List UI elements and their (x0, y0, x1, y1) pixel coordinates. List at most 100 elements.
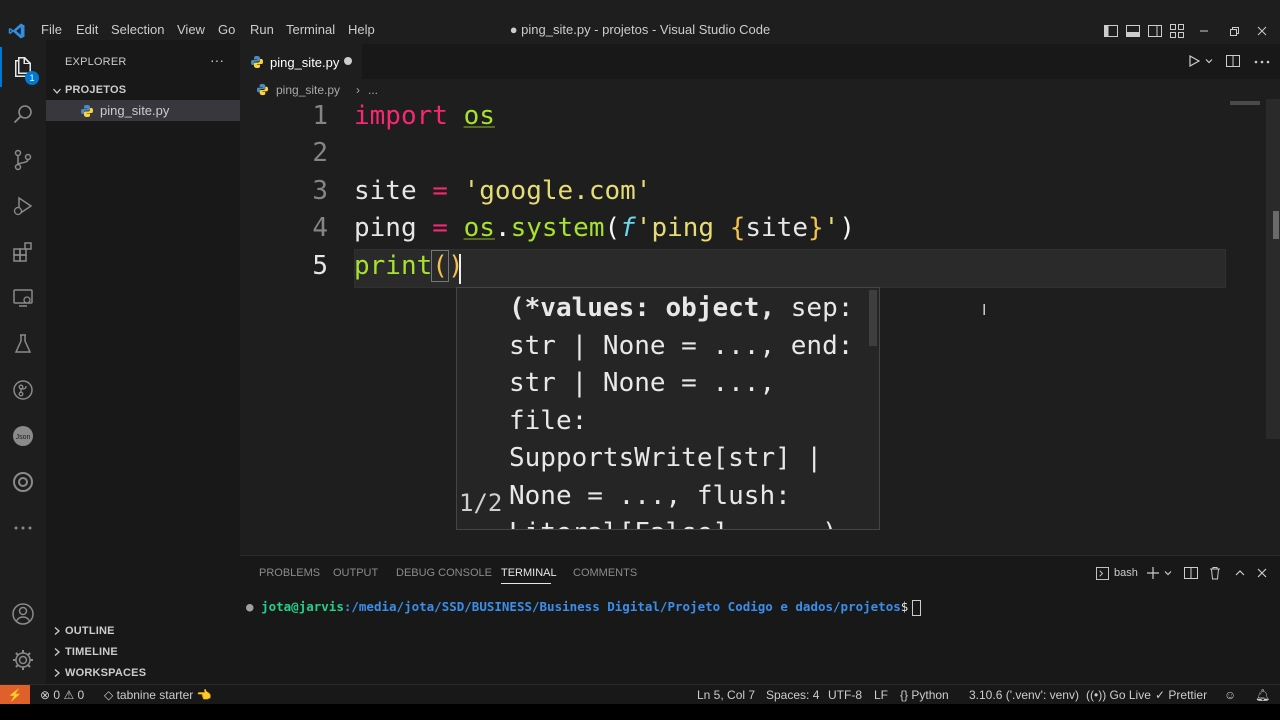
string-end: ' (823, 213, 840, 243)
restore-icon[interactable] (1228, 25, 1240, 37)
chevron-up-icon[interactable] (1234, 567, 1246, 579)
line-number-current: 5 (312, 251, 328, 281)
customize-layout-icon[interactable] (1170, 24, 1184, 38)
unsaved-dot-icon[interactable] (344, 57, 352, 65)
minimize-icon[interactable] (1198, 26, 1210, 36)
module-os: os (463, 213, 495, 243)
signature-help-popup[interactable]: 1/2 (*values: object, sep: str | None = … (456, 287, 880, 530)
code-line-4: ping = os.system(f'ping {site}') (354, 213, 855, 243)
extensions-button[interactable] (0, 230, 46, 274)
minimap[interactable] (1230, 101, 1260, 105)
problems-indicator[interactable]: ⊗ 0 ⚠ 0 (40, 688, 84, 702)
encoding[interactable]: UTF-8 (828, 688, 862, 702)
svg-text:Json: Json (16, 434, 31, 441)
python-file-icon (81, 105, 93, 117)
tab-output[interactable]: OUTPUT (333, 567, 378, 579)
error-count: 0 (53, 688, 61, 702)
folder-projetos[interactable]: PROJETOS (46, 80, 240, 102)
run-debug-icon (13, 196, 33, 216)
more-views-button[interactable] (0, 506, 46, 550)
brace-open: { (729, 213, 746, 243)
prompt-path: :/media/jota/SSD/BUSINESS/Business Digit… (343, 599, 901, 614)
cursor-position[interactable]: Ln 5, Col 7 (697, 688, 755, 702)
json-button[interactable]: Json (0, 414, 46, 458)
json-icon: Json (13, 426, 33, 446)
code-line-1: import os (354, 101, 495, 131)
variable-ping: ping (354, 213, 417, 243)
go-live-label: Go Live (1109, 688, 1151, 702)
terminal-prompt-line[interactable]: ● jota@jarvis:/media/jota/SSD/BUSINESS/B… (246, 599, 922, 616)
interpolated-var: site (745, 213, 808, 243)
feedback-icon[interactable]: ☺ (1224, 688, 1236, 702)
tab-ping-site[interactable]: ping_site.py (240, 44, 362, 80)
more-actions-icon[interactable] (1254, 60, 1270, 64)
chevron-down-icon (53, 88, 61, 94)
chevron-right-icon (54, 648, 60, 656)
search-button[interactable] (0, 92, 46, 136)
tab-terminal[interactable]: TERMINAL (501, 567, 557, 579)
terminal-shell-name[interactable]: bash (1114, 567, 1138, 579)
breadcrumb-more[interactable]: ... (368, 83, 378, 97)
line-number: 1 (312, 101, 328, 131)
manage-button[interactable] (0, 638, 46, 682)
variable-site: site (354, 176, 417, 206)
testing-button[interactable] (0, 322, 46, 366)
explorer-more-actions[interactable]: ··· (210, 52, 224, 68)
scrollbar-marker (1273, 211, 1279, 239)
go-live[interactable]: ((•)) Go Live (1086, 688, 1151, 702)
file-ping-site[interactable]: ping_site.py (46, 100, 240, 121)
chevron-right-icon (54, 627, 60, 635)
split-terminal-icon[interactable] (1184, 566, 1198, 580)
section-workspaces[interactable]: WORKSPACES (46, 662, 240, 683)
python-interpreter[interactable]: 3.10.6 ('.venv': venv) (969, 688, 1079, 702)
language-mode[interactable]: {} Python (900, 688, 949, 702)
timer-button[interactable] (0, 460, 46, 504)
close-panel-icon[interactable] (1256, 567, 1268, 579)
run-python-icon[interactable] (1188, 55, 1200, 67)
chevron-down-icon[interactable] (1163, 568, 1173, 578)
remote-indicator[interactable]: ⚡ (0, 685, 30, 705)
breadcrumb-file[interactable]: ping_site.py (276, 83, 340, 97)
terminal-cursor (912, 599, 922, 616)
toggle-panel-icon[interactable] (1126, 24, 1140, 38)
chevron-down-icon[interactable] (1204, 56, 1214, 66)
accounts-button[interactable] (0, 592, 46, 636)
double-check-icon: ✓ (1155, 688, 1166, 702)
trash-icon[interactable] (1208, 566, 1222, 580)
end-of-line[interactable]: LF (874, 688, 888, 702)
tabnine-status[interactable]: ◇ tabnine starter 👈 (104, 688, 212, 702)
plus-icon[interactable] (1146, 566, 1160, 580)
gitlens-button[interactable] (0, 368, 46, 412)
overload-counter[interactable]: 1/2 (459, 489, 502, 517)
remote-explorer-icon (13, 289, 33, 307)
vertical-scrollbar[interactable] (1266, 99, 1280, 439)
tab-problems[interactable]: PROBLEMS (259, 567, 320, 579)
close-window-icon[interactable] (1256, 25, 1268, 37)
run-debug-button[interactable] (0, 184, 46, 228)
remote-explorer-button[interactable] (0, 276, 46, 320)
window-title: ● ping_site.py - projetos - Visual Studi… (509, 22, 771, 37)
explorer-button[interactable]: 1 (0, 45, 46, 89)
language-label: Python (911, 688, 949, 702)
split-editor-icon[interactable] (1226, 54, 1240, 68)
operator: = (432, 176, 448, 206)
status-bar: ⚡ ⊗ 0 ⚠ 0 ◇ tabnine starter 👈 Ln 5, Col … (0, 684, 1280, 705)
toggle-primary-sidebar-icon[interactable] (1104, 24, 1118, 38)
notifications-bell-icon[interactable]: 🔔︎ (1255, 688, 1270, 702)
signature-text: (*values: object, sep: str | None = ...,… (509, 290, 869, 529)
section-timeline[interactable]: TIMELINE (46, 641, 240, 662)
keyword-import: import (354, 101, 448, 131)
indentation[interactable]: Spaces: 4 (766, 688, 819, 702)
tab-comments[interactable]: COMMENTS (573, 567, 637, 579)
toggle-secondary-sidebar-icon[interactable] (1148, 24, 1162, 38)
line-number: 4 (312, 213, 328, 243)
section-outline[interactable]: OUTLINE (46, 620, 240, 641)
line-number: 3 (312, 176, 328, 206)
mouse-ibeam-icon: I (982, 301, 987, 319)
file-label: ping_site.py (100, 103, 170, 118)
tabnine-label: tabnine starter 👈 (116, 688, 212, 702)
source-control-button[interactable] (0, 138, 46, 182)
prettier-status[interactable]: ✓ Prettier (1155, 688, 1207, 702)
popup-scrollbar[interactable] (869, 290, 877, 346)
tab-debug-console[interactable]: DEBUG CONSOLE (396, 567, 492, 579)
